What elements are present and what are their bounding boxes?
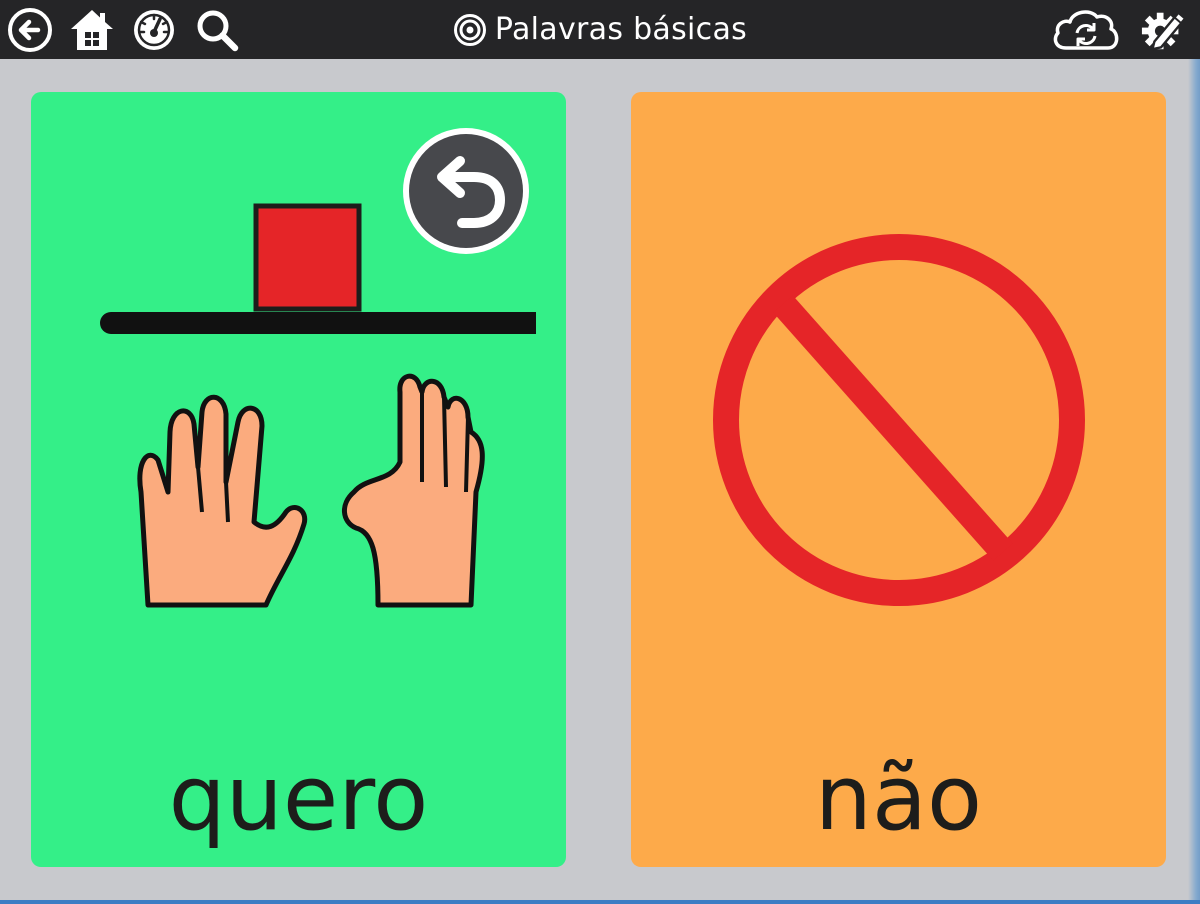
gear-pencil-icon: [1141, 11, 1187, 51]
search-button[interactable]: [193, 6, 241, 54]
window-edge: [1188, 59, 1200, 904]
window-bottom-edge: [0, 900, 1200, 904]
want-hands-symbol: [100, 203, 536, 608]
sync-button[interactable]: [1050, 6, 1122, 54]
home-button[interactable]: [68, 6, 116, 54]
tile-label-nao: não: [814, 746, 983, 851]
edit-settings-button[interactable]: [1140, 6, 1188, 54]
cloud-sync-icon: [1053, 10, 1119, 50]
search-icon: [197, 10, 239, 52]
board-title-text: Palavras básicas: [494, 12, 748, 47]
tile-label-quero: quero: [168, 746, 429, 851]
prohibited-symbol: [713, 234, 1085, 606]
back-button[interactable]: [6, 6, 54, 54]
target-icon: [453, 13, 486, 46]
dashboard-button[interactable]: [130, 6, 178, 54]
home-icon: [71, 10, 113, 50]
undo-icon: [403, 128, 529, 254]
top-toolbar: Palavras básicas: [0, 0, 1200, 59]
speedometer-icon: [134, 10, 174, 50]
back-arrow-icon: [8, 8, 52, 52]
tile-nao[interactable]: não: [631, 92, 1166, 867]
undo-button[interactable]: [400, 125, 532, 257]
board-title: Palavras básicas: [453, 12, 747, 47]
